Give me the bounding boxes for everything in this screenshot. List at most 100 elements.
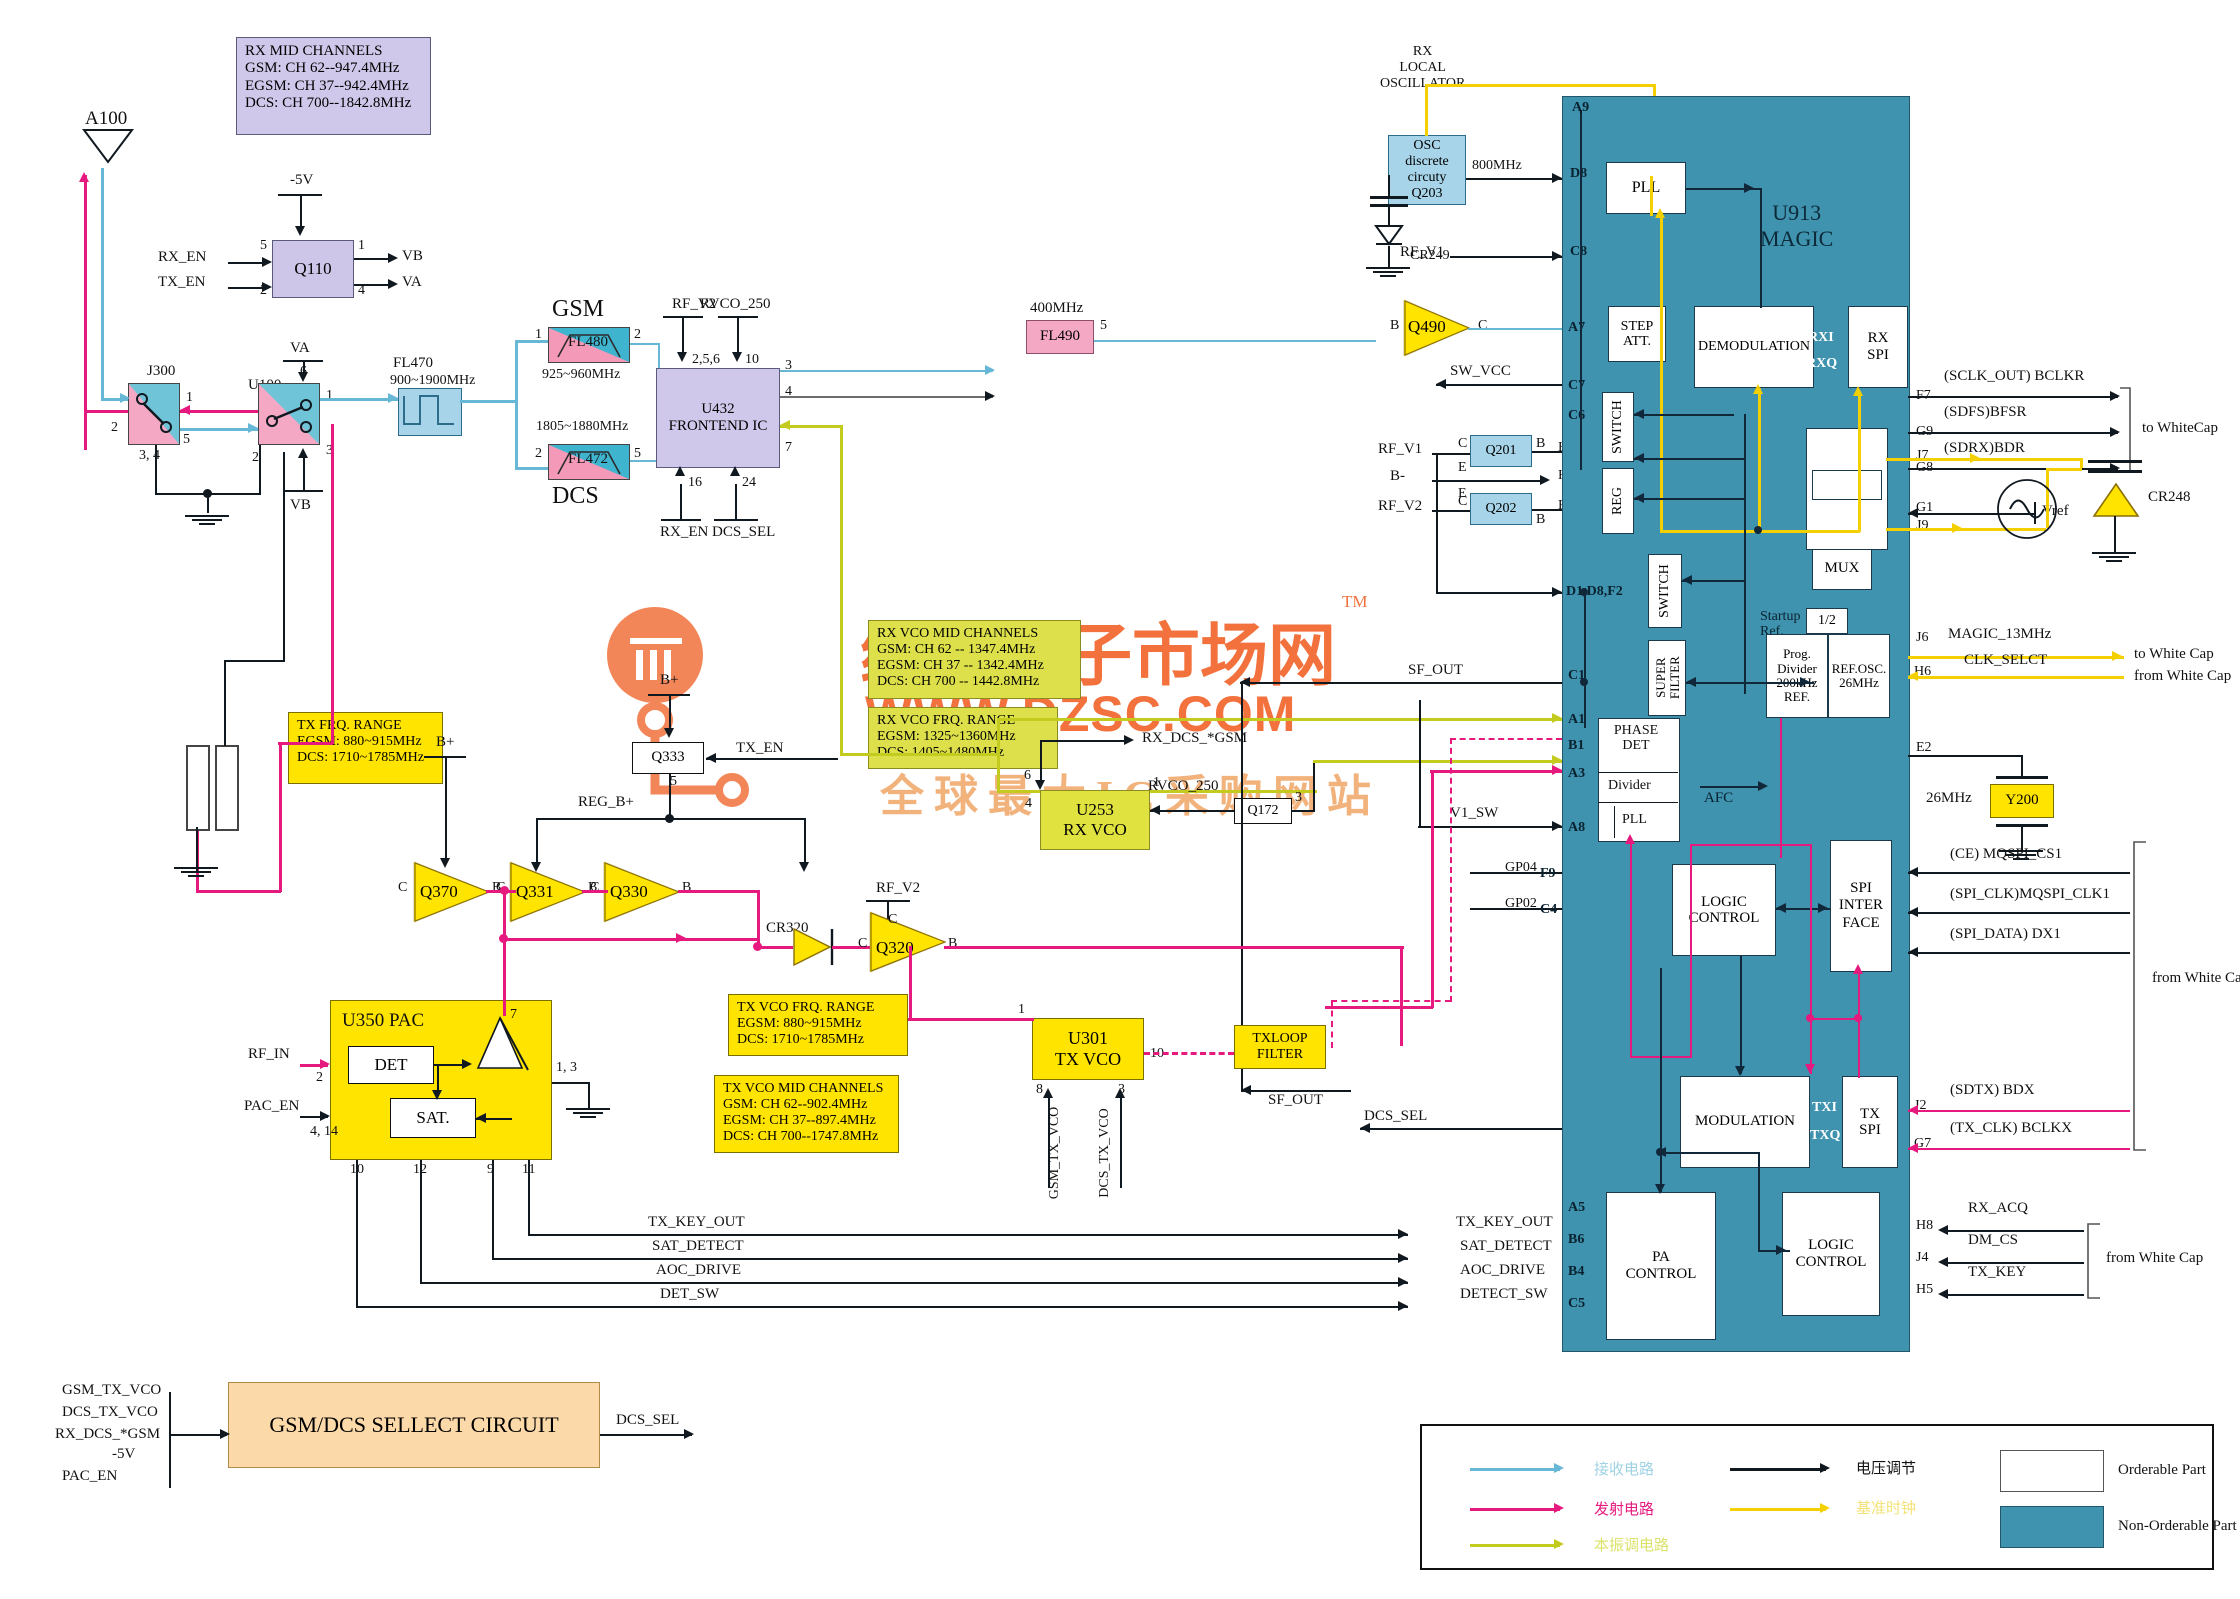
signal-dcs-sel-out: DCS_SEL <box>616 1412 680 1428</box>
pin-j300-1: 1 <box>186 390 193 405</box>
wire-regb-bus <box>536 818 806 820</box>
label-to-white-cap: to White Cap <box>2134 646 2214 662</box>
wire-spi-dx1 <box>1908 952 2130 954</box>
component-sat: SAT. <box>390 1098 476 1138</box>
wire-u253-q172 <box>1150 810 1234 812</box>
pin-magic-d8: D8 <box>1570 166 1588 181</box>
wire-j300-u100-tx <box>180 410 258 413</box>
label-from-white-cap: from White Cap <box>2134 668 2232 684</box>
wire-u350-gnd <box>552 1082 590 1084</box>
wire-neg5v-q110 <box>300 194 302 228</box>
magic-arrow-switch2 <box>1682 575 1692 585</box>
wire-regb-q330 <box>804 818 806 868</box>
wire-sdtx-bdx <box>1908 1110 2130 1112</box>
wire-j7-down <box>2080 458 2083 468</box>
component-fl490: FL490 <box>1026 320 1094 354</box>
note-line: DCS: CH 700--1842.8MHz <box>245 94 412 111</box>
wire-gsmtxvco <box>1048 1098 1050 1188</box>
legend-label-rx: 接收电路 <box>1594 1462 1655 1478</box>
note-line: DCS: CH 700--1747.8MHz <box>723 1129 879 1145</box>
magic-junction-1 <box>1754 526 1762 534</box>
ground-symbol-1 <box>185 513 229 525</box>
signal-rx-acq: RX_ACQ <box>1968 1200 2029 1216</box>
note-line: EGSM: 880~915MHz <box>737 1016 862 1032</box>
magic-arrow-pll <box>1744 183 1754 193</box>
magic-block-logic-control: LOGIC CONTROL <box>1672 864 1776 956</box>
magic-arrow-pa-in <box>1655 1184 1665 1194</box>
signal-sdfs: (SDFS)BFSR <box>1944 404 2027 420</box>
sel-input-1: DCS_TX_VCO <box>62 1404 158 1420</box>
wire-fl490-q490 <box>1094 340 1376 342</box>
legend-arrow-clk <box>1820 1503 1830 1513</box>
wire-ant-tx <box>84 175 87 450</box>
wire-g9 <box>1908 432 2118 434</box>
arrow-pink-a3 <box>1552 765 1562 775</box>
pin-q370-c: C <box>398 880 408 895</box>
label-j300: J300 <box>147 363 176 379</box>
arrow-sel-in <box>220 1429 230 1439</box>
component-osc-q203: OSC discrete circuty Q203 <box>1388 135 1466 205</box>
signal-sdrx: (SDRX)BDR <box>1944 440 2025 456</box>
pin-q202-e: E <box>1458 486 1467 501</box>
signal-sat-detect-2: SAT_DETECT <box>1460 1238 1552 1254</box>
pin-q330-b: B <box>682 880 692 895</box>
ground-symbol-cr248 <box>2092 550 2136 562</box>
signal-va-out: VA <box>402 274 422 290</box>
signal-clk-selct: CLK_SELCT <box>1964 652 2048 668</box>
wire-q110-va <box>354 284 392 286</box>
arrow-dcssel-magic <box>1360 1123 1370 1133</box>
wire-q-bus-magic <box>1436 592 1562 594</box>
arrow-h6 <box>1908 671 1918 681</box>
signal-rx-en-q110: RX_EN <box>158 249 207 265</box>
magic-wire-yellow-rxspi <box>1858 392 1861 532</box>
legend-swatch-orderable <box>2000 1450 2104 1492</box>
arrow-ant-up <box>79 172 89 182</box>
magic-arrow-pink-mod <box>1805 1064 1815 1074</box>
magic-wire-left2 <box>1584 588 1586 728</box>
pin-j6: J6 <box>1916 630 1929 645</box>
wire-q490-magic <box>1468 328 1566 330</box>
arrow-pacen <box>320 1111 330 1121</box>
signal-pac-en: PAC_EN <box>244 1098 300 1114</box>
arrow-bminus <box>1540 475 1550 485</box>
magic-wire-pll-down <box>1760 188 1762 308</box>
pin-j300-2: 2 <box>111 420 118 435</box>
component-gsm-dcs-select: GSM/DCS SELLECT CIRCUIT <box>228 1382 600 1468</box>
pin-u100-1: 1 <box>326 388 333 403</box>
cr248-diode-icon <box>2092 482 2140 517</box>
wire-u100-tx-down <box>331 424 334 744</box>
pin-q202-b: B <box>1536 512 1546 527</box>
magic-wire-pa-top <box>1660 1152 1760 1154</box>
pin-magic-d1d8f2: D1,D8,F2 <box>1566 584 1623 599</box>
wire-tx-u301-in <box>908 1018 1034 1021</box>
arrow-g1-vref <box>1908 508 1918 518</box>
wire-q330-out <box>678 890 760 893</box>
wire-q110-vb <box>354 258 392 260</box>
signal-magic-13mhz: MAGIC_13MHz <box>1948 626 2052 642</box>
arrow-rvco250-u432 <box>732 352 742 362</box>
pin-j7: J7 <box>1916 448 1929 463</box>
wire-u100-fl470 <box>320 398 398 401</box>
pin-u350-13: 1, 3 <box>556 1060 577 1075</box>
wire-fl470-gsm <box>515 340 548 343</box>
note-rx-mid-channels: RX MID CHANNELS GSM: CH 62--947.4MHz EGS… <box>236 37 431 135</box>
legend-line-tx <box>1470 1508 1560 1511</box>
wire-j300-u100-rx <box>180 428 258 431</box>
legend-label-clk: 基准时钟 <box>1856 1501 1917 1517</box>
wire-u350-txkey <box>528 1160 530 1234</box>
arrow-rfin <box>320 1059 330 1069</box>
magic-wire-pink-5 <box>1810 844 1812 1074</box>
pin-magic-b1: B1 <box>1568 738 1585 753</box>
note-line: EGSM: CH 37--897.4MHz <box>723 1113 876 1129</box>
pin-magic-a8: A8 <box>1568 820 1586 835</box>
magic-block-ref-osc: REF.OSC. 26MHz <box>1828 634 1890 718</box>
wire-osc-cap <box>1388 175 1390 197</box>
legend-line-lo <box>1470 1544 1560 1547</box>
signal-rf-v2-q202: RF_V2 <box>1378 498 1423 514</box>
note-title: TX VCO FRQ. RANGE <box>737 1000 875 1015</box>
magic-name-line2: MAGIC <box>1760 226 1834 251</box>
pin-h5: H5 <box>1916 1282 1934 1297</box>
wire-v1sw-up <box>1419 700 1421 828</box>
label-txq: TXQ <box>1810 1128 1841 1143</box>
component-u301: U301 TX VCO <box>1032 1018 1144 1080</box>
